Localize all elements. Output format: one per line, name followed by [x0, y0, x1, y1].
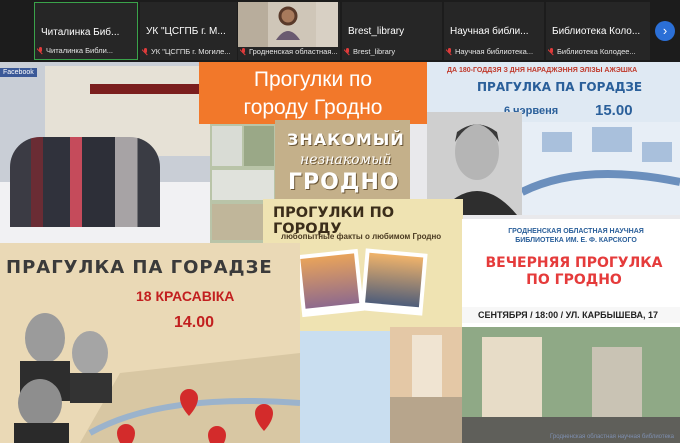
- muted-mic-icon: [37, 46, 44, 55]
- poster-time: 15.00: [595, 102, 633, 119]
- muted-mic-icon: [446, 47, 453, 56]
- photo-excursion-group: Facebook: [0, 62, 210, 248]
- photo-street: [462, 327, 680, 443]
- poster-pragulka: ПРАГУЛКА ПА ГОРАДЗЕ 18 КРАСАВІКА 14.00: [0, 243, 300, 443]
- poster-line: ЗНАКОМЫЙ: [287, 130, 405, 149]
- participant-label: Гродненская областная...: [249, 47, 338, 56]
- poster-title: ПРАГУЛКА ПА ГОРАДЗЕ: [6, 257, 273, 278]
- poster-line: незнакомый: [300, 152, 392, 168]
- participant-name: Brest_library: [348, 26, 405, 37]
- person-video-icon: [276, 6, 300, 40]
- participant-label: УК "ЦСГПБ г. Могиле...: [151, 47, 231, 56]
- participant-label: Brest_library: [353, 47, 396, 56]
- next-page-button[interactable]: ›: [655, 21, 675, 41]
- title-line: ВЕЧЕРНЯЯ ПРОГУЛКА: [485, 255, 663, 271]
- participant-tile[interactable]: Научная библи... Научная библиотека...: [444, 2, 544, 60]
- participant-tile[interactable]: Brest_library Brest_library: [342, 2, 442, 60]
- participant-video: [238, 2, 338, 47]
- participant-tile-video[interactable]: Гродненская областная...: [238, 2, 340, 60]
- photo-card: [360, 248, 428, 316]
- chevron-right-icon: ›: [662, 23, 668, 38]
- muted-mic-icon: [548, 47, 555, 56]
- poster-vechernyaya: ГРОДНЕНСКАЯ ОБЛАСТНАЯ НАУЧНАЯ БИБЛИОТЕКА…: [462, 219, 680, 443]
- map-portraits-illustration: [14, 313, 300, 443]
- presentation-title: Прогулки по городу Гродно: [199, 62, 427, 124]
- photo-church: [390, 327, 464, 443]
- participant-label: Научная библиотека...: [455, 47, 534, 56]
- participant-name: УК "ЦСГПБ г. М...: [146, 26, 226, 37]
- participant-strip: Читалинка Биб... Читалинка Библи... УК "…: [0, 0, 680, 62]
- participant-label: Библиотека Колодее...: [557, 47, 636, 56]
- poster-title: ПРАГУЛКА ПА ГОРАДЗЕ: [477, 80, 643, 94]
- poster-title: ВЕЧЕРНЯЯ ПРОГУЛКА ПО ГРОДНО: [474, 255, 674, 289]
- participant-name: Научная библи...: [450, 26, 529, 37]
- poster-info: СЕНТЯБРЯ / 18:00 / УЛ. КАРБЫШЕВА, 17: [462, 307, 680, 323]
- poster-subtitle: любопытные факты о любимом Гродно: [281, 232, 442, 241]
- blank-panel: [300, 331, 390, 443]
- title-line: ПО ГРОДНО: [526, 272, 622, 288]
- poster-znakomy: ЗНАКОМЫЙ незнакомый ГРОДНО: [275, 120, 410, 200]
- poster-header: ДА 180-ГОДДЗЯ З ДНЯ НАРАДЖЭННЯ ЭЛІЗЫ АЖЭ…: [447, 67, 638, 74]
- participant-name: Библиотека Коло...: [552, 26, 641, 37]
- poster-line: ГРОДНО: [288, 170, 400, 195]
- muted-mic-icon: [142, 47, 149, 56]
- facebook-label: Facebook: [0, 68, 37, 77]
- participant-tile[interactable]: УК "ЦСГПБ г. М... УК "ЦСГПБ г. Могиле...: [140, 2, 237, 60]
- watermark: Гродненская областная научная библиотека: [550, 434, 674, 440]
- photo-card: [295, 248, 365, 318]
- poster-orzeszkowa: ДА 180-ГОДДЗЯ З ДНЯ НАРАДЖЭННЯ ЭЛІЗЫ АЖЭ…: [427, 62, 680, 215]
- muted-mic-icon: [240, 47, 247, 56]
- shared-screen: Facebook Прогулки по городу Гродно ДА 18…: [0, 62, 680, 443]
- title-line: городу Гродно: [243, 96, 383, 119]
- muted-mic-icon: [344, 47, 351, 56]
- title-line: Прогулки по: [253, 68, 373, 91]
- participant-tile[interactable]: Библиотека Коло... Библиотека Колодее...: [546, 2, 650, 60]
- participant-name: Читалинка Биб...: [41, 27, 120, 38]
- city-map-illustration: [522, 122, 680, 215]
- poster-library: ГРОДНЕНСКАЯ ОБЛАСТНАЯ НАУЧНАЯ БИБЛИОТЕКА…: [508, 228, 644, 244]
- participant-tile[interactable]: Читалинка Биб... Читалинка Библи...: [34, 2, 138, 60]
- participant-label: Читалинка Библи...: [46, 46, 114, 55]
